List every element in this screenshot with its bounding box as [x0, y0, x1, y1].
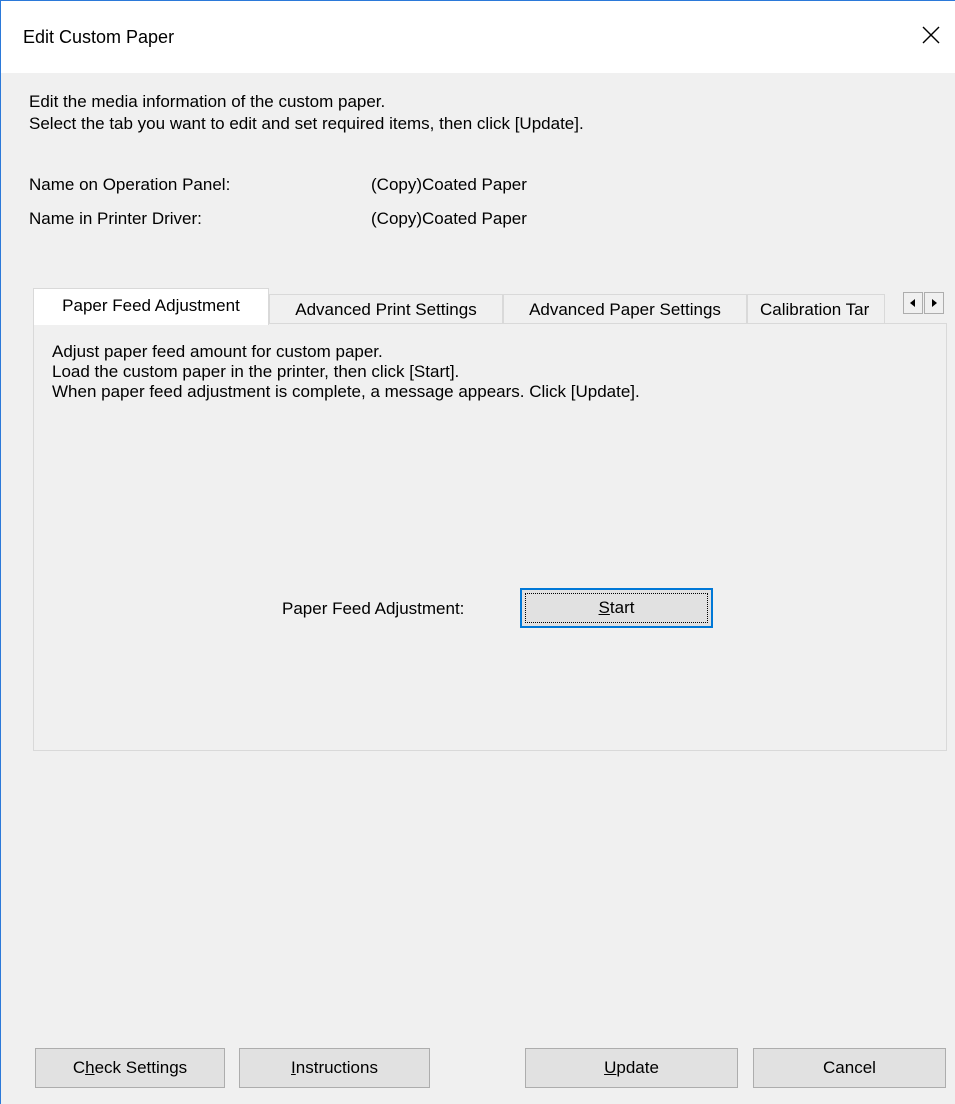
printer-driver-name-label: Name in Printer Driver:	[29, 209, 202, 228]
window-title: Edit Custom Paper	[23, 27, 175, 47]
update-button[interactable]: Update	[525, 1048, 738, 1088]
start-button[interactable]: Start	[520, 588, 713, 628]
tab-advanced-print-settings[interactable]: Advanced Print Settings	[269, 294, 503, 324]
panel-line-1: Adjust paper feed amount for custom pape…	[52, 342, 383, 361]
focus-rectangle	[525, 593, 708, 623]
check-settings-rest: eck Settings	[94, 1058, 188, 1077]
tab-strip: Paper Feed Adjustment Advanced Print Set…	[33, 288, 947, 325]
panel-description: Adjust paper feed amount for custom pape…	[52, 342, 640, 402]
close-icon	[922, 26, 940, 44]
tab-scroll-left-button[interactable]	[903, 292, 923, 314]
check-settings-mnemonic: h	[85, 1058, 95, 1077]
arrow-left-icon	[910, 299, 915, 307]
instructions-rest: nstructions	[295, 1058, 378, 1077]
operation-panel-name-value: (Copy)Coated Paper	[371, 175, 527, 194]
update-rest: pdate	[616, 1058, 659, 1077]
title-bar: Edit Custom Paper	[1, 1, 955, 73]
tab-advanced-paper-settings[interactable]: Advanced Paper Settings	[503, 294, 747, 324]
tab-scroll-right-button[interactable]	[924, 292, 944, 314]
panel-line-3: When paper feed adjustment is complete, …	[52, 382, 640, 401]
printer-driver-name-value: (Copy)Coated Paper	[371, 209, 527, 228]
dialog-description: Edit the media information of the custom…	[29, 91, 584, 135]
cancel-button[interactable]: Cancel	[753, 1048, 946, 1088]
update-mnemonic: U	[604, 1058, 617, 1077]
arrow-right-icon	[932, 299, 937, 307]
tab-paper-feed-adjustment[interactable]: Paper Feed Adjustment	[33, 288, 269, 325]
panel-line-2: Load the custom paper in the printer, th…	[52, 362, 460, 381]
close-button[interactable]	[907, 11, 955, 59]
paper-feed-adjustment-panel: Adjust paper feed amount for custom pape…	[33, 323, 947, 751]
description-line-2: Select the tab you want to edit and set …	[29, 114, 584, 133]
operation-panel-name-label: Name on Operation Panel:	[29, 175, 231, 194]
check-settings-button[interactable]: Check Settings	[35, 1048, 225, 1088]
paper-feed-adjustment-label: Paper Feed Adjustment:	[282, 599, 465, 618]
description-line-1: Edit the media information of the custom…	[29, 92, 386, 111]
edit-custom-paper-dialog: Edit Custom Paper Edit the media informa…	[0, 0, 955, 1104]
check-settings-pre: C	[72, 1058, 86, 1077]
instructions-button[interactable]: Instructions	[239, 1048, 430, 1088]
tab-calibration-target[interactable]: Calibration Tar	[747, 294, 885, 324]
